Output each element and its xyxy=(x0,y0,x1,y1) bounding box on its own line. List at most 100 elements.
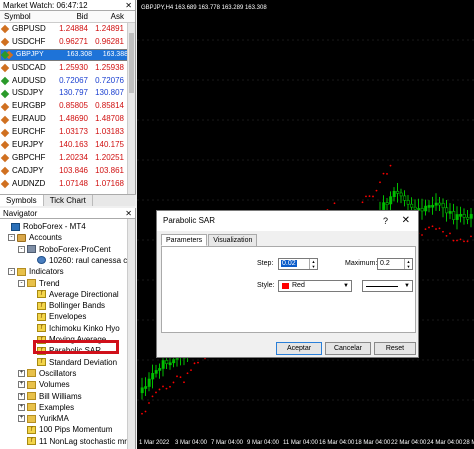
maximum-spinner[interactable]: ▲ ▼ xyxy=(404,259,412,269)
tree-item[interactable]: f Ichimoku Kinko Hyo xyxy=(28,323,120,334)
collapse-icon[interactable]: - xyxy=(18,279,25,287)
reset-button[interactable]: Reset xyxy=(374,342,416,355)
symbol-direction-icon xyxy=(0,154,10,163)
tree-item[interactable]: - Indicators xyxy=(8,266,64,277)
symbol-name: GBPCHF xyxy=(12,152,46,162)
sar-dot xyxy=(186,372,189,375)
collapse-icon[interactable]: - xyxy=(8,268,15,276)
ask-cell: 103.861 xyxy=(95,165,124,175)
navigator-scrollbar[interactable] xyxy=(127,219,135,449)
tree-item[interactable]: - Trend xyxy=(18,278,60,289)
table-row[interactable]: AUDNZD 1.07148 1.07168 xyxy=(0,178,135,191)
market-watch-scrollbar[interactable] xyxy=(127,23,135,194)
candle xyxy=(403,195,407,201)
candle xyxy=(452,211,456,220)
table-row[interactable]: GBPJPY 163.308 163.388 xyxy=(0,48,129,61)
table-row[interactable]: CADJPY 103.846 103.861 xyxy=(0,165,135,178)
tree-item[interactable]: 10260: raul canessa c xyxy=(28,255,127,266)
candle xyxy=(424,205,428,212)
candle xyxy=(410,203,414,208)
ask-cell: 0.96281 xyxy=(95,36,124,46)
symbol-direction-icon xyxy=(0,141,10,150)
x-axis-label: 16 Mar 04:00 xyxy=(319,440,355,446)
symbol-cell: EURAUD xyxy=(0,113,56,126)
cancel-button[interactable]: Cancelar xyxy=(325,342,371,355)
ask-cell: 1.48708 xyxy=(95,114,124,124)
table-row[interactable]: USDCAD 1.25930 1.25938 xyxy=(0,62,135,75)
tree-item[interactable]: f Bollinger Bands xyxy=(28,300,105,311)
table-row[interactable]: EURAUD 1.48690 1.48708 xyxy=(0,113,135,126)
step-input[interactable]: 0.02 ▲ ▼ xyxy=(278,258,318,270)
sar-dot xyxy=(449,232,451,235)
indicator-icon: f xyxy=(37,301,46,310)
symbol-name: USDCAD xyxy=(12,62,46,72)
symbol-name: GBPUSD xyxy=(12,24,46,33)
column-symbol[interactable]: Symbol xyxy=(0,11,56,22)
chevron-down-icon: ▼ xyxy=(404,283,410,289)
scrollbar-thumb[interactable] xyxy=(129,33,134,93)
table-row[interactable]: EURJPY 140.163 140.175 xyxy=(0,139,135,152)
sar-dot xyxy=(190,369,192,372)
table-row[interactable]: EURCHF 1.03173 1.03183 xyxy=(0,126,135,139)
table-row[interactable]: GBPCHF 1.20234 1.20251 xyxy=(0,152,135,165)
ask-cell: 130.807 xyxy=(95,88,124,98)
tree-item[interactable]: f Average Directional xyxy=(28,289,119,300)
tree-item[interactable]: RoboForex - MT4 xyxy=(2,221,86,232)
tree-item[interactable]: + YurikMA xyxy=(18,413,69,424)
symbol-cell: GBPCHF xyxy=(0,152,56,165)
tab-visualization[interactable]: Visualization xyxy=(208,234,258,246)
tree-item[interactable]: f Standard Deviation xyxy=(28,357,117,368)
folder-icon xyxy=(27,403,36,412)
tree-item[interactable]: f Envelopes xyxy=(28,311,86,322)
sar-dot xyxy=(368,195,371,198)
collapse-icon[interactable]: - xyxy=(18,245,25,253)
table-row[interactable]: USDJPY 130.797 130.807 xyxy=(0,87,135,100)
close-icon[interactable]: ✕ xyxy=(402,211,410,231)
tree-item[interactable]: f 100 Pips Momentum xyxy=(18,424,112,435)
bid-cell: 1.48690 xyxy=(59,114,88,124)
table-row[interactable]: AUDUSD 0.72067 0.72076 xyxy=(0,75,135,88)
expand-icon[interactable]: + xyxy=(18,369,25,377)
maximum-input[interactable]: 0.2 ▲ ▼ xyxy=(377,258,413,270)
tab-parameters[interactable]: Parameters xyxy=(161,234,208,246)
tree-item[interactable]: + Volumes xyxy=(18,379,70,390)
chart-symbol-info: GBPJPY,H4 163.689 163.778 163.289 163.30… xyxy=(141,5,267,11)
expand-icon[interactable]: + xyxy=(18,392,25,400)
help-icon[interactable]: ? xyxy=(383,211,388,231)
symbol-cell: GBPJPY xyxy=(4,50,60,60)
maximum-label: Maximum: xyxy=(345,260,378,267)
line-style-select[interactable]: ▼ xyxy=(362,280,413,292)
table-row[interactable]: GBPUSD 1.24884 1.24891 xyxy=(0,23,135,36)
candle xyxy=(396,191,400,194)
table-row[interactable]: EURGBP 0.85805 0.85814 xyxy=(0,100,135,113)
bid-cell: 140.163 xyxy=(59,140,88,150)
close-icon[interactable]: ✕ xyxy=(125,208,132,219)
table-row[interactable]: USDCHF 0.96271 0.96281 xyxy=(0,36,135,49)
color-select[interactable]: Red ▼ xyxy=(278,280,352,292)
tree-item[interactable]: + Bill Williams xyxy=(18,391,82,402)
expand-icon[interactable]: + xyxy=(18,403,25,411)
tree-item[interactable]: f 11 NonLag stochastic mr xyxy=(18,436,127,447)
expand-icon[interactable]: + xyxy=(18,415,25,423)
step-spinner[interactable]: ▲ ▼ xyxy=(309,259,317,269)
sar-dot xyxy=(459,238,462,241)
ok-button[interactable]: Aceptar xyxy=(276,342,322,355)
tree-item[interactable]: + Oscillators xyxy=(18,368,76,379)
expand-icon[interactable]: + xyxy=(18,381,25,389)
tree-item[interactable]: - Accounts xyxy=(8,232,62,243)
indicator-icon: f xyxy=(37,290,46,299)
column-bid[interactable]: Bid xyxy=(56,11,88,22)
tab-tick-chart[interactable]: Tick Chart xyxy=(44,195,93,206)
symbol-cell: USDCAD xyxy=(0,62,56,75)
tree-item[interactable]: - RoboForex-ProCent xyxy=(18,244,111,255)
sar-dot xyxy=(424,228,427,231)
color-name: Red xyxy=(292,282,305,289)
bid-cell: 0.85805 xyxy=(59,101,88,111)
column-ask[interactable]: Ask xyxy=(88,11,124,22)
collapse-icon[interactable]: - xyxy=(8,234,15,242)
tree-item-label: Oscillators xyxy=(39,368,77,378)
tab-symbols[interactable]: Symbols xyxy=(0,195,44,206)
tree-item[interactable]: + Examples xyxy=(18,402,74,413)
close-icon[interactable]: ✕ xyxy=(125,0,132,11)
sar-dot xyxy=(169,385,171,388)
